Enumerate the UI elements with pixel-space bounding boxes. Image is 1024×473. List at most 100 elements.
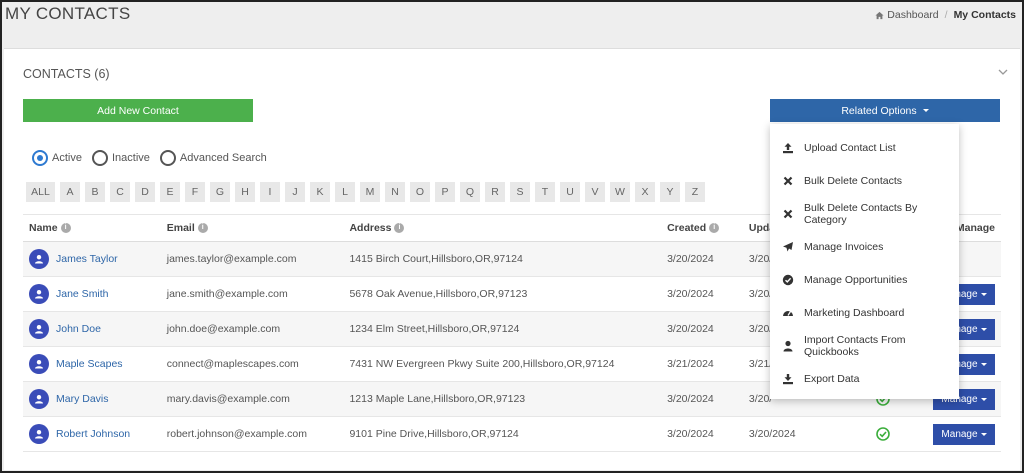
menu-item-upload-contact-list[interactable]: Upload Contact List (770, 135, 959, 161)
contact-name-link[interactable]: Jane Smith (56, 288, 109, 300)
cell-created: 3/20/2024 (661, 276, 743, 312)
col-manage-label: Manage (955, 222, 995, 234)
col-address[interactable]: Address i (343, 214, 662, 242)
cell-created: 3/20/2024 (661, 416, 743, 452)
x-icon (782, 175, 794, 187)
letter-filter-all[interactable]: ALL (26, 182, 55, 202)
menu-item-export-data[interactable]: Export Data (770, 366, 959, 392)
letter-filter-j[interactable]: J (285, 182, 305, 202)
breadcrumb-home-label: Dashboard (887, 9, 939, 21)
cell-email: john.doe@example.com (160, 311, 344, 347)
radio-unselected-icon (91, 150, 108, 166)
letter-filter-g[interactable]: G (210, 182, 230, 202)
download-icon (782, 373, 794, 385)
cell-name: Robert Johnson (23, 416, 161, 452)
info-icon: i (394, 223, 405, 234)
contacts-panel: CONTACTS (6) Add New Contact Related Opt… (4, 48, 1020, 470)
radio-inactive[interactable]: Inactive (91, 150, 150, 166)
menu-item-label: Manage Invoices (804, 241, 884, 253)
letter-filter-b[interactable]: B (85, 182, 105, 202)
cell-address: 1234 Elm Street,Hillsboro,OR,97124 (343, 311, 662, 347)
breadcrumb-home[interactable]: Dashboard (875, 9, 939, 21)
avatar (29, 424, 49, 444)
letter-filter-z[interactable]: Z (685, 182, 705, 202)
avatar (29, 319, 49, 339)
info-icon: i (60, 223, 71, 234)
letter-filter-v[interactable]: V (585, 182, 605, 202)
letter-filter-m[interactable]: M (360, 182, 380, 202)
menu-item-bulk-delete-contacts[interactable]: Bulk Delete Contacts (770, 168, 959, 194)
check-circle-icon (875, 427, 890, 441)
letter-filter-y[interactable]: Y (660, 182, 680, 202)
cell-address: 1415 Birch Court,Hillsboro,OR,97124 (343, 241, 662, 277)
letter-filter-n[interactable]: N (385, 182, 405, 202)
caret-down-icon (980, 397, 987, 401)
chevron-down-icon[interactable] (998, 67, 1008, 77)
breadcrumb: Dashboard / My Contacts (875, 9, 1016, 21)
letter-filter-s[interactable]: S (510, 182, 530, 202)
letter-filter-l[interactable]: L (335, 182, 355, 202)
letter-filter-o[interactable]: O (410, 182, 430, 202)
menu-item-label: Upload Contact List (804, 142, 896, 154)
letter-filter-a[interactable]: A (60, 182, 80, 202)
related-options-menu: Upload Contact List Bulk Delete Contacts B… (770, 124, 959, 399)
avatar (29, 354, 49, 374)
letter-filter-u[interactable]: U (560, 182, 580, 202)
radio-selected-icon (32, 150, 48, 166)
letter-filter-q[interactable]: Q (460, 182, 480, 202)
cell-status (832, 416, 927, 452)
upload-icon (782, 142, 794, 154)
col-created[interactable]: Created i (661, 214, 743, 242)
contact-name-link[interactable]: John Doe (56, 323, 101, 335)
user-icon (34, 394, 44, 404)
letter-filter-c[interactable]: C (110, 182, 130, 202)
caret-down-icon (980, 362, 987, 366)
cell-name: Jane Smith (23, 276, 161, 312)
manage-button[interactable]: Manage (933, 423, 995, 445)
menu-item-bulk-delete-contacts-by-category[interactable]: Bulk Delete Contacts By Category (770, 201, 959, 227)
letter-filter-h[interactable]: H (235, 182, 255, 202)
radio-unselected-icon (159, 150, 176, 166)
letter-filter-w[interactable]: W (610, 182, 630, 202)
letter-filter-i[interactable]: I (260, 182, 280, 202)
status-filter: Active Inactive Advanced Search (32, 150, 267, 166)
user-icon (34, 289, 44, 299)
letter-filter-d[interactable]: D (135, 182, 155, 202)
radio-active[interactable]: Active (32, 150, 82, 166)
col-email[interactable]: Email i (160, 214, 344, 242)
app-frame: MY CONTACTS Dashboard / My Contacts C ON T… (0, 0, 1024, 473)
letter-filter-p[interactable]: P (435, 182, 455, 202)
manage-label: Manage (941, 428, 978, 440)
letter-filter-k[interactable]: K (310, 182, 330, 202)
cell-address: 9101 Pine Drive,Hillsboro,OR,97124 (343, 416, 662, 452)
cell-name: James Taylor (23, 241, 161, 277)
contact-name-link[interactable]: Mary Davis (56, 393, 109, 405)
cell-address: 5678 Oak Avenue,Hillsboro,OR,97123 (343, 276, 662, 312)
contact-name-link[interactable]: Robert Johnson (56, 428, 130, 440)
info-icon: i (709, 223, 720, 234)
caret-down-icon (980, 292, 987, 296)
radio-advanced-search[interactable]: Advanced Search (159, 150, 267, 166)
menu-item-import-contacts-from-quickbooks[interactable]: Import Contacts From Quickbooks (770, 333, 959, 359)
cell-created: 3/20/2024 (661, 311, 743, 347)
letter-filter-e[interactable]: E (160, 182, 180, 202)
breadcrumb-separator: / (944, 9, 948, 21)
contact-name-link[interactable]: Maple Scapes (56, 358, 123, 370)
contact-name-link[interactable]: James Taylor (56, 253, 118, 265)
menu-item-manage-invoices[interactable]: Manage Invoices (770, 234, 959, 260)
avatar (29, 249, 49, 269)
menu-item-marketing-dashboard[interactable]: Marketing Dashboard (770, 300, 959, 326)
add-contact-button[interactable]: Add New Contact (23, 99, 253, 122)
radio-inactive-label: Inactive (111, 152, 150, 164)
letter-filter-t[interactable]: T (535, 182, 555, 202)
letter-filter-x[interactable]: X (635, 182, 655, 202)
page-title: MY CONTACTS (5, 4, 131, 23)
x-icon (782, 208, 794, 220)
letter-filter-r[interactable]: R (485, 182, 505, 202)
letter-filter-f[interactable]: F (185, 182, 205, 202)
col-address-label: Address (349, 222, 392, 234)
menu-item-manage-opportunities[interactable]: Manage Opportunities (770, 267, 959, 293)
avatar (29, 284, 49, 304)
col-name[interactable]: Name i (23, 214, 161, 242)
related-options-button[interactable]: Related Options (770, 99, 1000, 122)
